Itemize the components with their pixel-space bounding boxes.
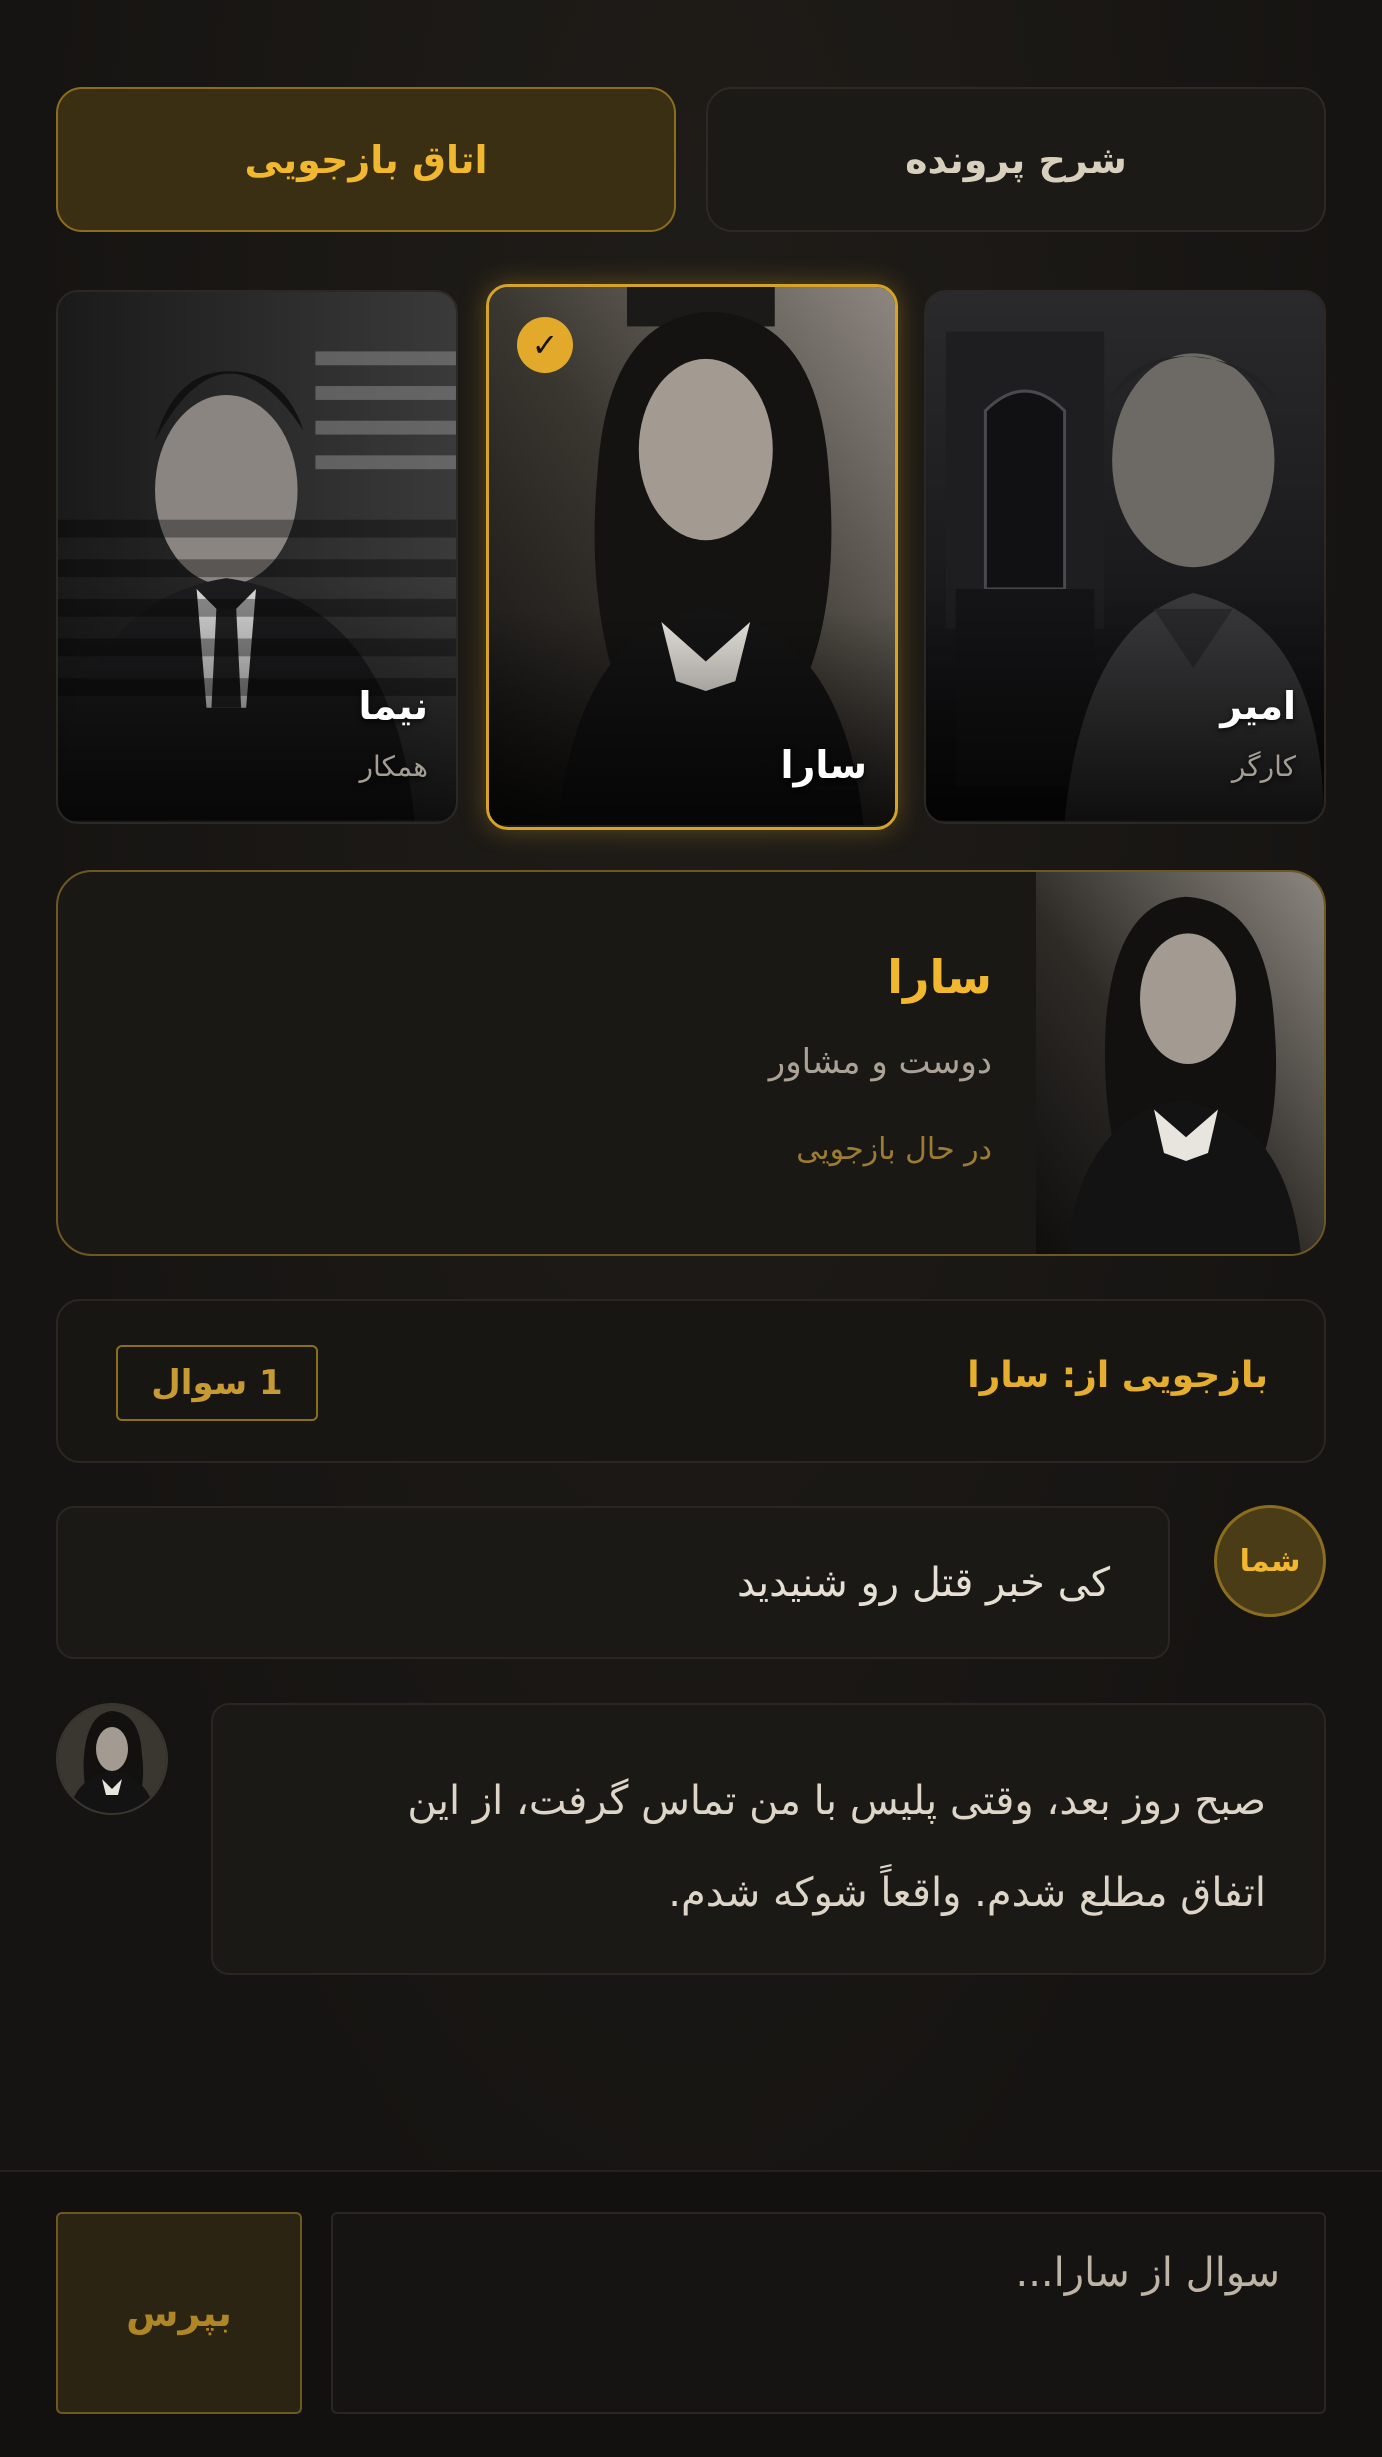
- profile-photo: [1036, 872, 1324, 1254]
- interrogation-header: بازجویی از: سارا 1 سوال: [56, 1299, 1326, 1463]
- tab-case-summary[interactable]: شرح پرونده: [706, 87, 1326, 232]
- tab-interrogation-room[interactable]: اتاق بازجویی: [56, 87, 676, 232]
- reply-line: اتفاق مطلع شدم. واقعاً شوکه شدم.: [668, 1870, 1266, 1916]
- ask-button[interactable]: بپرس: [56, 2212, 302, 2414]
- suspect-name: امیر: [1220, 684, 1296, 728]
- suspect-reply: صبح روز بعد، وقتی پلیس با من تماس گرفت، …: [211, 1703, 1326, 1975]
- profile-status: در حال بازجویی: [796, 1132, 992, 1167]
- suspect-card-nima[interactable]: نیما همکار: [56, 290, 458, 824]
- suspect-card-amir[interactable]: امیر کارگر: [924, 290, 1326, 824]
- sara-avatar: [56, 1703, 168, 1815]
- sara-avatar-image: [58, 1705, 166, 1813]
- tab-bar: شرح پرونده اتاق بازجویی: [56, 87, 1326, 232]
- interrogation-title: بازجویی از: سارا: [967, 1355, 1268, 1396]
- profile-name: سارا: [887, 950, 992, 1004]
- nima-portrait: [58, 292, 456, 821]
- suspect-name: نیما: [358, 684, 428, 728]
- reply-line: صبح روز بعد، وقتی پلیس با من تماس گرفت، …: [407, 1778, 1266, 1824]
- suspect-name: سارا: [780, 743, 867, 787]
- suspect-role: کارگر: [1231, 750, 1296, 783]
- selected-suspect-profile: سارا دوست و مشاور در حال بازجویی: [56, 870, 1326, 1256]
- question-count-badge: 1 سوال: [116, 1345, 318, 1421]
- profile-role: دوست و مشاور: [768, 1042, 992, 1082]
- question-input[interactable]: [331, 2212, 1326, 2414]
- suspect-role: همکار: [359, 750, 428, 783]
- selected-check-icon: ✓: [517, 317, 573, 373]
- suspect-card-sara[interactable]: ✓ سارا: [486, 284, 898, 830]
- user-avatar: شما: [1214, 1505, 1326, 1617]
- user-message-text: کی خبر قتل رو شنیدید: [736, 1559, 1110, 1606]
- amir-portrait: [926, 292, 1324, 821]
- user-message: کی خبر قتل رو شنیدید: [56, 1506, 1170, 1659]
